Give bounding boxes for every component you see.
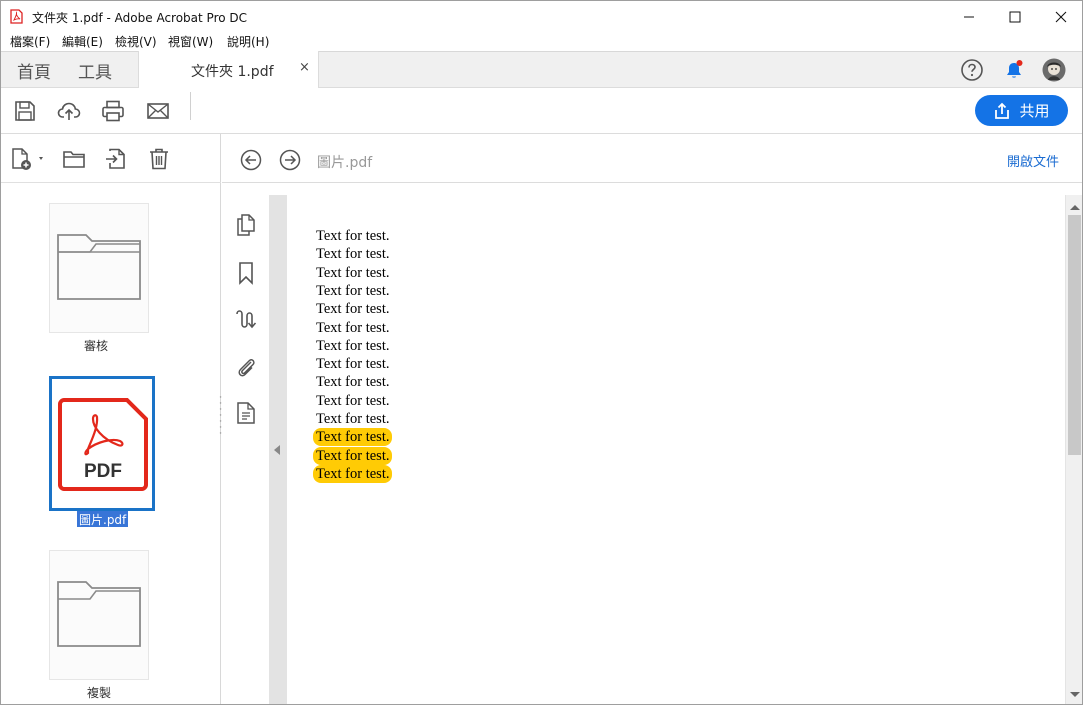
folder-icon <box>57 581 141 647</box>
highlighted-text-line: Text for test. <box>313 428 393 447</box>
text-line: Text for test. <box>316 228 390 244</box>
tab-tools[interactable]: 工具 <box>78 58 112 83</box>
text-line: Text for test. <box>316 356 390 373</box>
tab-close-button[interactable]: × <box>299 60 310 75</box>
tab-home[interactable]: 首頁 <box>17 58 51 83</box>
scrollbar-thumb[interactable] <box>1068 215 1081 455</box>
menu-file[interactable]: 檔案(F) <box>10 33 50 50</box>
signature-icon[interactable] <box>234 308 258 332</box>
navigation-rail <box>222 183 269 705</box>
trash-icon[interactable] <box>147 147 171 171</box>
tab-document[interactable]: 文件夾 1.pdf × <box>138 51 319 89</box>
help-icon[interactable] <box>960 58 984 82</box>
maximize-icon <box>1009 11 1021 22</box>
close-icon <box>1055 11 1067 22</box>
open-document-link[interactable]: 開啟文件 <box>1007 151 1059 170</box>
text-line: Text for test. <box>316 319 390 336</box>
collapse-gutter[interactable] <box>269 195 287 705</box>
file-label-review: 審核 <box>83 339 108 353</box>
save-icon[interactable] <box>13 99 37 123</box>
content-header: 圖片.pdf 開啟文件 <box>222 134 1083 183</box>
file-card-copy[interactable] <box>49 550 149 680</box>
folder-icon[interactable] <box>62 147 86 171</box>
file-card-pdf-selected[interactable]: PDF <box>49 376 155 511</box>
text-line: Text for test. <box>316 246 390 263</box>
menu-bar: 檔案(F) 編輯(E) 檢視(V) 視窗(W) 說明(H) <box>0 31 1083 51</box>
toolbar-separator <box>190 92 191 120</box>
menu-help[interactable]: 說明(H) <box>227 33 269 50</box>
window-title: 文件夾 1.pdf - Adobe Acrobat Pro DC <box>32 11 248 25</box>
menu-window[interactable]: 視窗(W) <box>168 33 213 50</box>
title-bar: 文件夾 1.pdf - Adobe Acrobat Pro DC <box>0 0 1083 31</box>
minimize-icon <box>964 16 974 17</box>
folder-icon <box>57 234 141 300</box>
highlighted-text-line: Text for test. <box>313 446 393 465</box>
text-line: Text for test. <box>316 392 390 409</box>
share-button[interactable]: 共用 <box>975 95 1068 126</box>
text-line: Text for test. <box>316 411 390 427</box>
vertical-scrollbar[interactable] <box>1065 195 1083 705</box>
file-label-pdf: 圖片.pdf <box>77 511 129 527</box>
forward-arrow-icon[interactable] <box>279 149 301 171</box>
tab-document-label: 文件夾 1.pdf <box>191 64 274 80</box>
user-avatar[interactable] <box>1042 58 1066 82</box>
tab-bar: 首頁 工具 文件夾 1.pdf × <box>0 51 1083 89</box>
minimize-button[interactable] <box>946 1 992 32</box>
document-page: Text for test. Text for test. Text for tes… <box>287 195 1065 705</box>
maximize-button[interactable] <box>992 1 1038 32</box>
email-icon[interactable] <box>146 99 170 123</box>
breadcrumb: 圖片.pdf <box>317 155 373 171</box>
scroll-up-arrow-icon[interactable] <box>1070 205 1080 210</box>
close-window-button[interactable] <box>1038 1 1083 32</box>
acrobat-app-icon <box>10 9 23 24</box>
collapse-arrow-icon[interactable] <box>274 445 280 455</box>
document-properties-icon[interactable] <box>234 401 258 425</box>
text-line: Text for test. <box>316 282 390 299</box>
pdf-badge-text: PDF <box>84 461 122 482</box>
file-label-copy: 複製 <box>86 686 111 700</box>
scroll-down-arrow-icon[interactable] <box>1070 692 1080 697</box>
pdf-icon: PDF <box>58 398 148 491</box>
highlighted-text-line: Text for test. <box>313 464 393 483</box>
share-label: 共用 <box>1019 102 1050 120</box>
text-line: Text for test. <box>316 264 390 281</box>
back-arrow-icon[interactable] <box>240 149 262 171</box>
page-thumbnails-icon[interactable] <box>234 213 258 237</box>
notification-bell-icon[interactable] <box>1002 58 1026 82</box>
file-card-review[interactable] <box>49 203 149 333</box>
toolbar: 共用 <box>0 88 1083 134</box>
menu-edit[interactable]: 編輯(E) <box>62 33 103 50</box>
upload-cloud-icon[interactable] <box>57 99 81 123</box>
attachment-icon[interactable] <box>234 355 258 379</box>
menu-view[interactable]: 檢視(V) <box>115 33 157 50</box>
share-icon <box>995 102 1010 119</box>
file-panel: 審核 PDF 圖片.pdf 複製 <box>0 134 221 705</box>
move-document-icon[interactable] <box>104 147 128 171</box>
print-icon[interactable] <box>101 99 125 123</box>
text-line: Text for test. <box>316 337 390 354</box>
panel-divider <box>0 182 221 183</box>
new-document-icon[interactable] <box>10 147 48 171</box>
bookmark-icon[interactable] <box>234 261 258 285</box>
text-line: Text for test. <box>316 301 390 318</box>
page-top-margin <box>287 183 1083 195</box>
text-line: Text for test. <box>316 374 390 391</box>
